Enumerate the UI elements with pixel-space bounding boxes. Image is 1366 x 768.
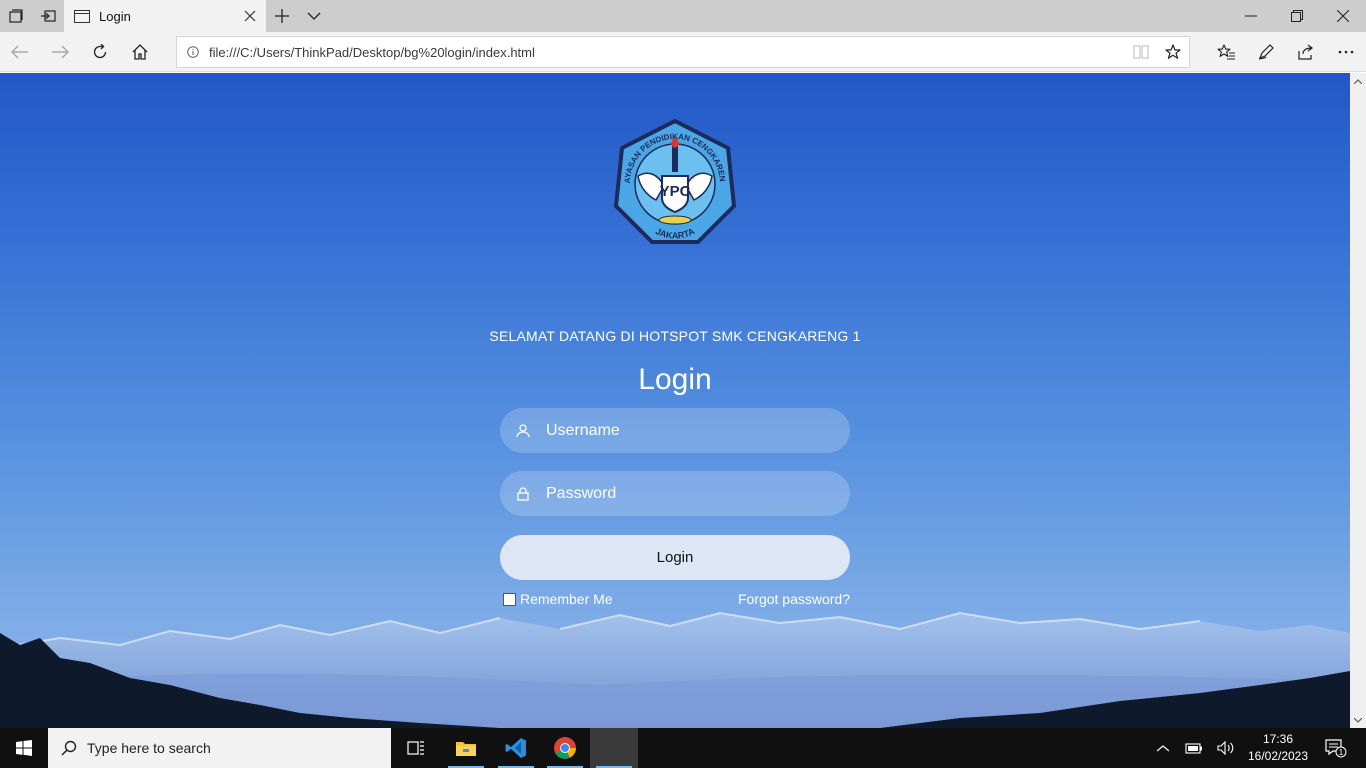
new-tab-icon[interactable] — [266, 0, 298, 32]
active-app-button[interactable] — [590, 728, 638, 768]
windows-taskbar: Type here to search 17:36 16/02/2023 1 — [0, 728, 1366, 768]
remember-me-checkbox[interactable] — [503, 592, 516, 606]
browser-tab-bar: Login — [0, 0, 1366, 32]
clock-date: 16/02/2023 — [1247, 749, 1309, 763]
url-text[interactable]: file:///C:/Users/ThinkPad/Desktop/bg%20l… — [209, 45, 1125, 60]
remember-me-label: Remember Me — [520, 591, 613, 607]
windows-start-icon[interactable] — [0, 728, 48, 768]
login-button[interactable]: Login — [500, 535, 850, 580]
web-note-pen-icon[interactable] — [1246, 32, 1286, 72]
remember-me[interactable]: Remember Me — [503, 591, 613, 607]
minimize-icon[interactable] — [1228, 0, 1274, 32]
clock-time: 17:36 — [1262, 732, 1294, 746]
active-tab[interactable]: Login — [64, 0, 266, 32]
search-placeholder: Type here to search — [87, 740, 211, 756]
volume-icon[interactable] — [1212, 728, 1240, 768]
scroll-up-icon[interactable] — [1350, 73, 1366, 89]
welcome-text: SELAMAT DATANG DI HOTSPOT SMK CENGKARENG… — [489, 328, 861, 344]
page-icon — [74, 9, 90, 23]
username-input[interactable] — [546, 421, 836, 440]
more-options-icon[interactable] — [1326, 32, 1366, 72]
password-field[interactable] — [500, 471, 850, 516]
action-center-icon[interactable]: 1 — [1316, 728, 1356, 768]
forward-icon[interactable] — [40, 32, 80, 72]
chrome-icon[interactable] — [541, 728, 589, 768]
vertical-scrollbar[interactable] — [1350, 73, 1366, 728]
search-icon — [61, 740, 77, 756]
refresh-icon[interactable] — [80, 32, 120, 72]
show-hidden-icons-chevron-icon[interactable] — [1150, 728, 1176, 768]
tabs-aside-icon[interactable] — [0, 0, 32, 32]
restore-icon[interactable] — [1274, 0, 1320, 32]
lock-icon — [500, 486, 546, 501]
task-view-icon[interactable] — [392, 728, 440, 768]
system-clock[interactable]: 17:36 16/02/2023 — [1246, 731, 1310, 765]
taskbar-search-box[interactable]: Type here to search — [48, 728, 391, 768]
address-bar[interactable]: file:///C:/Users/ThinkPad/Desktop/bg%20l… — [176, 36, 1190, 68]
user-icon — [500, 423, 546, 438]
username-field[interactable] — [500, 408, 850, 453]
forgot-password-link[interactable]: Forgot password? — [700, 591, 850, 607]
page-title: Login — [638, 363, 712, 396]
info-icon[interactable] — [177, 46, 209, 58]
battery-icon[interactable] — [1180, 728, 1208, 768]
login-page: YPC YAYASAN PENDIDIKAN CENGKARENG JAKART… — [0, 73, 1350, 728]
browser-toolbar: file:///C:/Users/ThinkPad/Desktop/bg%20l… — [0, 32, 1366, 72]
password-input[interactable] — [546, 484, 836, 503]
home-icon[interactable] — [120, 32, 160, 72]
file-explorer-icon[interactable] — [442, 728, 490, 768]
set-tabs-aside-icon[interactable] — [32, 0, 64, 32]
tab-title: Login — [99, 8, 131, 24]
close-window-icon[interactable] — [1320, 0, 1366, 32]
favorite-star-icon[interactable] — [1157, 37, 1189, 67]
vscode-icon[interactable] — [492, 728, 540, 768]
reading-view-icon[interactable] — [1125, 37, 1157, 67]
tab-preview-chevron-icon[interactable] — [298, 0, 330, 32]
logo-monogram: YPC — [660, 183, 691, 200]
ypc-logo: YPC YAYASAN PENDIDIKAN CENGKARENG JAKART… — [607, 111, 740, 248]
share-icon[interactable] — [1286, 32, 1326, 72]
back-icon[interactable] — [0, 32, 40, 72]
favorites-hub-icon[interactable] — [1206, 32, 1246, 72]
notification-badge: 1 — [1339, 748, 1344, 757]
close-tab-icon[interactable] — [234, 0, 266, 32]
scroll-down-icon[interactable] — [1350, 712, 1366, 728]
